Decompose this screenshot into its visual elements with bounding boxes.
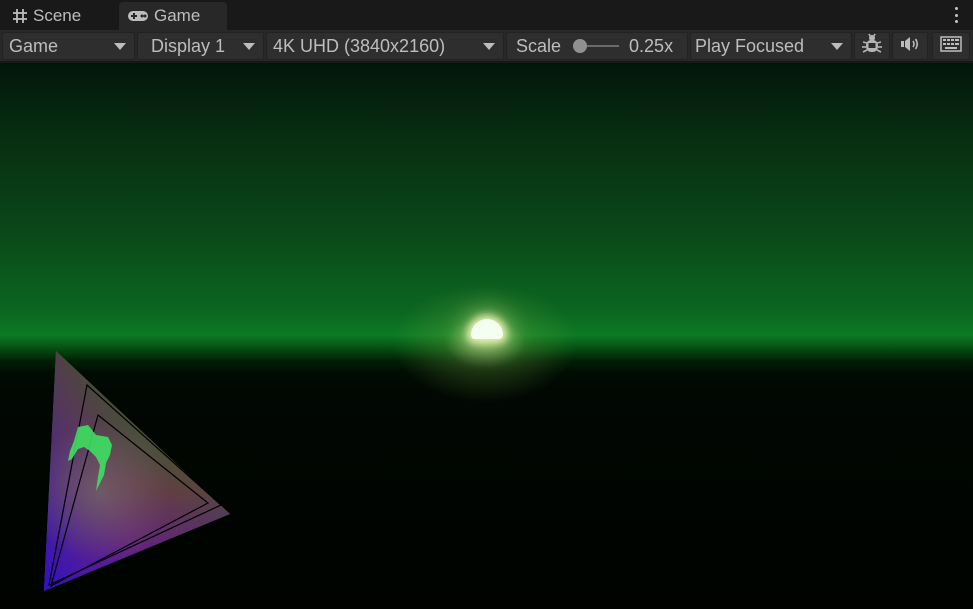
game-view-toolbar: Game Display 1 4K UHD (3840x2160) Scale …: [0, 30, 973, 62]
chevron-down-icon: [831, 42, 843, 50]
hash-grid-icon: [12, 8, 28, 24]
view-mode-dropdown[interactable]: Game: [2, 32, 135, 60]
scale-slider[interactable]: [573, 38, 620, 54]
resolution-value: 4K UHD (3840x2160): [273, 35, 446, 56]
scale-slider-handle[interactable]: [573, 39, 588, 53]
gamepad-icon: [127, 9, 149, 23]
gamut-fill-center: [44, 351, 230, 591]
display-value: Display 1: [151, 35, 226, 56]
view-mode-value: Game: [9, 35, 59, 56]
chevron-down-icon: [243, 42, 255, 50]
play-mode-value: Play Focused: [695, 35, 805, 56]
bug-icon: [861, 33, 883, 60]
shortcuts-button[interactable]: [932, 32, 970, 60]
game-viewport[interactable]: [0, 63, 973, 609]
scale-control: Scale 0.25x: [506, 32, 688, 60]
display-dropdown[interactable]: Display 1: [137, 32, 264, 60]
resolution-dropdown[interactable]: 4K UHD (3840x2160): [266, 32, 504, 60]
tab-scene[interactable]: Scene: [8, 2, 118, 30]
keyboard-icon: [940, 35, 962, 57]
tab-game[interactable]: Game: [119, 2, 227, 30]
scale-value: 0.25x: [629, 35, 674, 56]
scale-label: Scale: [516, 35, 562, 56]
color-gamut-diagram: [44, 351, 230, 591]
stats-button[interactable]: [854, 32, 890, 60]
tab-scene-label: Scene: [33, 6, 82, 25]
chevron-down-icon: [114, 42, 126, 50]
mute-audio-button[interactable]: [892, 32, 928, 60]
tab-game-label: Game: [154, 6, 201, 25]
tab-bar: Scene Game: [0, 0, 973, 30]
kebab-menu-icon[interactable]: [955, 7, 959, 23]
chevron-down-icon: [483, 42, 495, 50]
speaker-icon: [900, 36, 920, 57]
play-mode-dropdown[interactable]: Play Focused: [690, 32, 852, 60]
